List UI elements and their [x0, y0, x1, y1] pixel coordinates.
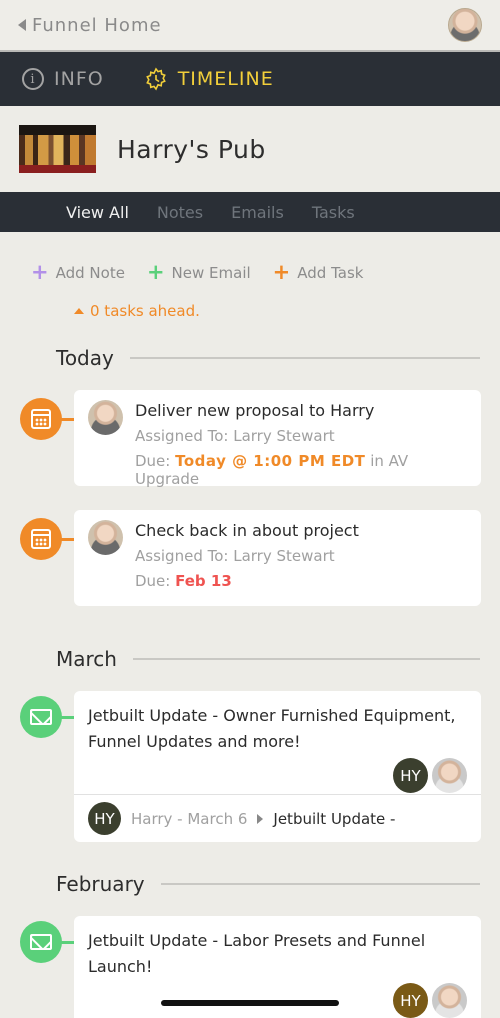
- participant-avatar-photo: [432, 983, 467, 1018]
- due-value: Today @ 1:00 PM EDT: [175, 452, 366, 470]
- email-card[interactable]: Jetbuilt Update - Owner Furnished Equipm…: [74, 691, 481, 842]
- task-card[interactable]: Check back in about project Assigned To:…: [74, 510, 481, 606]
- new-email-label: New Email: [171, 263, 251, 282]
- task-assigned: Assigned To: Larry Stewart: [135, 547, 335, 565]
- tab-info-label: INFO: [54, 68, 104, 90]
- task-type-badge: [20, 518, 62, 560]
- quick-actions: + Add Note + New Email + Add Task: [0, 232, 500, 283]
- main-tabs: i INFO TIMELINE: [0, 52, 500, 106]
- task-due: Due: Feb 13: [135, 572, 359, 590]
- participant-avatar-hy: HY: [393, 758, 428, 793]
- sender-avatar: HY: [88, 802, 121, 835]
- task-card[interactable]: Deliver new proposal to Harry Assigned T…: [74, 390, 481, 488]
- subtab-emails[interactable]: Emails: [231, 203, 284, 222]
- email-participants: HY: [393, 758, 467, 793]
- account-header: Harry's Pub: [0, 106, 500, 192]
- tab-info[interactable]: i INFO: [22, 68, 104, 90]
- due-prefix: Due:: [135, 572, 171, 590]
- section-march-label: March: [56, 647, 117, 671]
- plus-icon: +: [272, 260, 291, 284]
- participant-avatar-hy: HY: [393, 983, 428, 1018]
- email-subject: Jetbuilt Update - Labor Presets and Funn…: [88, 931, 426, 976]
- calendar-icon: [31, 529, 51, 549]
- task-title: Deliver new proposal to Harry: [135, 401, 375, 420]
- mail-icon: [30, 709, 52, 725]
- top-bar: Funnel Home: [0, 0, 500, 52]
- clock-gear-icon: [145, 67, 166, 91]
- task-title: Check back in about project: [135, 521, 359, 540]
- email-participants: HY: [393, 983, 467, 1018]
- add-task-label: Add Task: [297, 263, 364, 282]
- timeline-email-1: Jetbuilt Update - Owner Furnished Equipm…: [0, 691, 500, 863]
- back-label: Funnel Home: [32, 14, 162, 36]
- task-type-badge: [20, 398, 62, 440]
- new-email-button[interactable]: + New Email: [147, 262, 251, 283]
- account-thumbnail: [19, 125, 96, 173]
- timeline-content: + Add Note + New Email + Add Task 0 task…: [0, 232, 500, 1018]
- subtab-notes[interactable]: Notes: [157, 203, 203, 222]
- plus-icon: +: [146, 260, 165, 284]
- divider: [129, 357, 480, 359]
- tab-timeline[interactable]: TIMELINE: [144, 67, 274, 91]
- caret-up-icon: [74, 308, 84, 314]
- divider: [132, 658, 480, 660]
- calendar-icon: [31, 409, 51, 429]
- section-today-label: Today: [56, 346, 114, 370]
- add-task-button[interactable]: + Add Task: [273, 262, 364, 283]
- back-arrow-icon: [18, 19, 26, 31]
- assignee-avatar: [88, 400, 123, 435]
- due-value: Feb 13: [175, 572, 232, 590]
- tab-timeline-label: TIMELINE: [177, 68, 274, 90]
- email-subject: Jetbuilt Update - Owner Furnished Equipm…: [88, 706, 456, 751]
- section-february: February: [0, 872, 500, 896]
- user-avatar[interactable]: [448, 8, 482, 42]
- timeline-task-2: Check back in about project Assigned To:…: [0, 510, 500, 630]
- tasks-ahead-label: 0 tasks ahead.: [90, 302, 200, 320]
- email-thread-preview[interactable]: HY Harry - March 6 Jetbuilt Update -: [74, 794, 481, 842]
- divider: [160, 883, 480, 885]
- due-prefix: Due:: [135, 452, 171, 470]
- timeline-task-1: Deliver new proposal to Harry Assigned T…: [0, 390, 500, 510]
- task-due: Due: Today @ 1:00 PM EDT in AV Upgrade: [135, 452, 471, 488]
- add-note-button[interactable]: + Add Note: [31, 262, 125, 283]
- account-title: Harry's Pub: [117, 134, 266, 164]
- section-today: Today: [0, 346, 500, 370]
- subtab-tasks[interactable]: Tasks: [312, 203, 355, 222]
- assignee-avatar: [88, 520, 123, 555]
- email-type-badge: [20, 921, 62, 963]
- section-february-label: February: [56, 872, 145, 896]
- email-type-badge: [20, 696, 62, 738]
- arrow-right-icon: [257, 813, 264, 824]
- section-march: March: [0, 647, 500, 671]
- mail-icon: [30, 934, 52, 950]
- home-indicator: [161, 1000, 339, 1006]
- participant-avatar-photo: [432, 758, 467, 793]
- task-assigned: Assigned To: Larry Stewart: [135, 427, 335, 445]
- sender-meta: Harry - March 6: [131, 809, 248, 828]
- back-button[interactable]: Funnel Home: [18, 15, 162, 36]
- add-note-label: Add Note: [55, 263, 125, 282]
- tasks-ahead-toggle[interactable]: 0 tasks ahead.: [0, 283, 500, 320]
- filter-tabs: View All Notes Emails Tasks: [0, 192, 500, 232]
- subtab-view-all[interactable]: View All: [66, 203, 129, 222]
- thread-subject: Jetbuilt Update -: [273, 809, 396, 828]
- info-icon: i: [22, 68, 44, 90]
- plus-icon: +: [31, 260, 49, 284]
